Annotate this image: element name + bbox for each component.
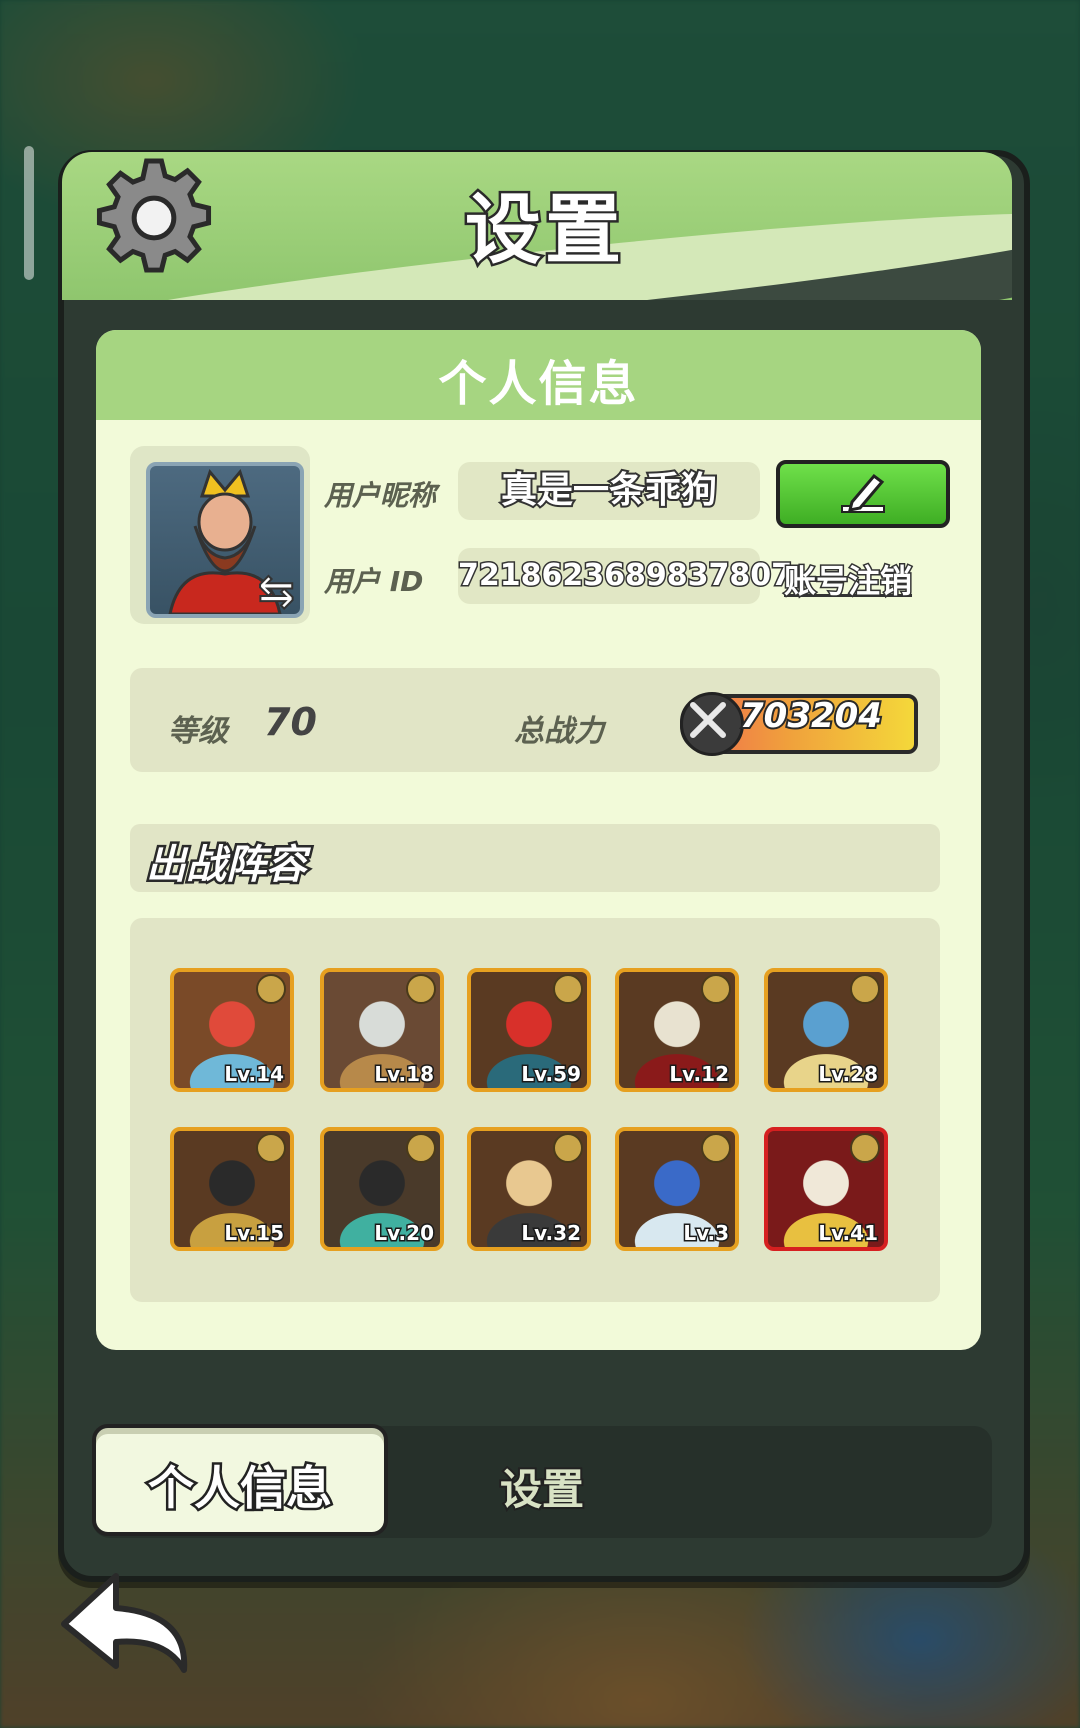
power-label: 总战力: [514, 714, 604, 749]
level-label: 等级: [168, 714, 228, 749]
hero-class-icon: [701, 1133, 731, 1163]
hero-level: Lv.14: [223, 1061, 286, 1088]
page-title: 设置: [463, 183, 625, 277]
hero-level: Lv.28: [817, 1061, 880, 1088]
hero-class-icon: [406, 974, 436, 1004]
back-arrow-icon[interactable]: [56, 1566, 196, 1676]
hero-card[interactable]: Lv.14: [170, 968, 294, 1092]
user-id-label: 用户 ID: [324, 565, 424, 598]
tab-profile[interactable]: 个人信息: [92, 1424, 388, 1536]
hero-level: Lv.3: [682, 1220, 731, 1247]
hero-level: Lv.41: [817, 1220, 880, 1247]
hero-class-icon: [850, 974, 880, 1004]
hero-card[interactable]: Lv.41: [764, 1127, 888, 1251]
hero-level: Lv.20: [373, 1220, 436, 1247]
hero-class-icon: [406, 1133, 436, 1163]
hero-class-icon: [553, 1133, 583, 1163]
account-cancel-link[interactable]: 账号注销: [782, 556, 913, 602]
nickname-field[interactable]: 真是一条乖狗: [458, 462, 760, 520]
hero-level: Lv.59: [520, 1061, 583, 1088]
hero-card[interactable]: Lv.59: [467, 968, 591, 1092]
crossed-swords-icon: [680, 692, 744, 756]
pencil-icon: [841, 473, 885, 513]
level-value: 70: [264, 700, 317, 744]
hero-class-icon: [553, 974, 583, 1004]
hero-class-icon: [256, 974, 286, 1004]
hero-class-icon: [701, 974, 731, 1004]
card-title: 个人信息: [438, 356, 639, 412]
hero-card[interactable]: Lv.20: [320, 1127, 444, 1251]
hero-card[interactable]: Lv.3: [615, 1127, 739, 1251]
power-value: 703204: [738, 694, 884, 738]
hero-card[interactable]: Lv.18: [320, 968, 444, 1092]
tab-settings[interactable]: 设置: [498, 1456, 586, 1517]
hero-level: Lv.32: [520, 1220, 583, 1247]
gear-icon: [96, 158, 212, 273]
user-id-field: 7218623689837807: [457, 548, 793, 604]
lineup-title: 出战阵容: [144, 840, 309, 891]
hero-level: Lv.12: [668, 1061, 731, 1088]
hero-card[interactable]: Lv.28: [764, 968, 888, 1092]
tab-profile-label: 个人信息: [146, 1459, 335, 1518]
scroll-indicator: [24, 146, 34, 280]
hero-level: Lv.15: [223, 1220, 286, 1247]
swap-avatar-icon[interactable]: ⇆: [257, 565, 296, 618]
edit-nickname-button[interactable]: [776, 460, 950, 528]
hero-class-icon: [256, 1133, 286, 1163]
hero-card[interactable]: Lv.32: [467, 1127, 591, 1251]
hero-class-icon: [850, 1133, 880, 1163]
hero-card[interactable]: Lv.15: [170, 1127, 294, 1251]
hero-card[interactable]: Lv.12: [615, 968, 739, 1092]
hero-level: Lv.18: [373, 1061, 436, 1088]
nickname-label: 用户昵称: [324, 479, 437, 512]
